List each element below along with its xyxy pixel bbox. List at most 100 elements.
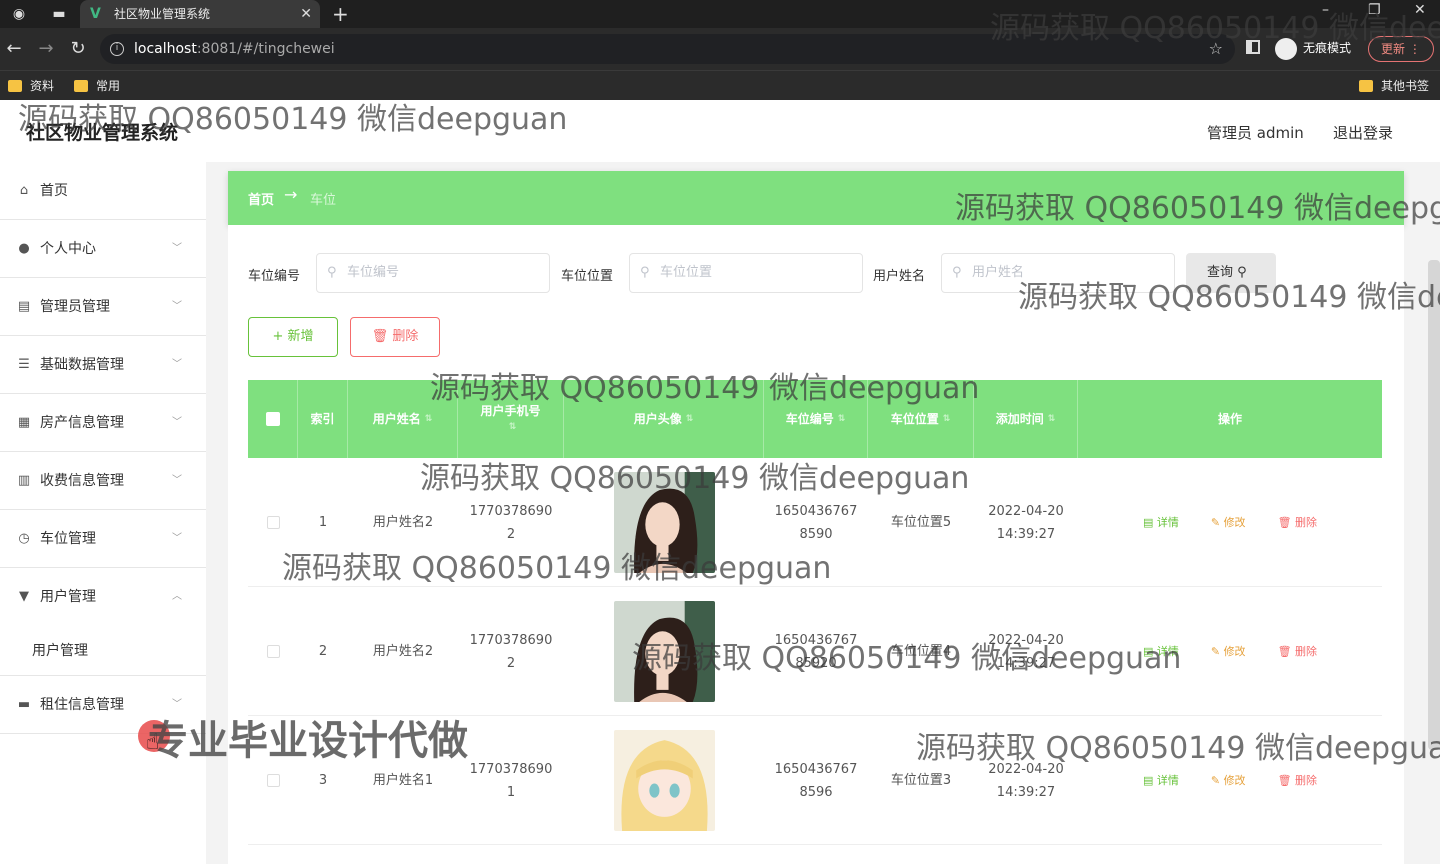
search-icon: ⚲: [1237, 265, 1247, 280]
bulk-delete-button[interactable]: 🗑 删除: [350, 317, 440, 357]
sidebar-item-basic-data[interactable]: ☰ 基础数据管理 ﹀: [0, 336, 206, 394]
sidebar-item-property[interactable]: ▦ 房产信息管理 ﹀: [0, 394, 206, 452]
close-window-icon[interactable]: ✕: [1414, 2, 1426, 18]
col-phone[interactable]: 用户手机号 ⇅: [458, 380, 564, 458]
monitor-icon: ▬: [17, 697, 31, 712]
edit-button[interactable]: ✎ 修改: [1211, 640, 1246, 663]
sort-icon[interactable]: ⇅: [425, 411, 433, 427]
minimize-icon[interactable]: –: [1322, 2, 1329, 18]
table-header: 索引 用户姓名 ⇅ 用户手机号 ⇅ 用户头像 ⇅ 车位编号 ⇅ 车位位置 ⇅ 添加时间 ⇅ …: [248, 380, 1382, 458]
delete-button[interactable]: 🗑 删除: [1278, 769, 1317, 792]
page-scrollbar[interactable]: [1428, 260, 1440, 750]
breadcrumb-home[interactable]: 首页: [248, 189, 274, 208]
edit-button[interactable]: ✎ 修改: [1211, 769, 1246, 792]
bulk-delete-label: 删除: [392, 329, 419, 344]
col-added[interactable]: 添加时间 ⇅: [974, 380, 1078, 458]
new-tab-icon[interactable]: +: [332, 2, 349, 26]
row-spot-no: 1650436767 8590: [764, 458, 868, 587]
hand-pointer-icon: ☝: [146, 730, 160, 755]
table-row: 3 用户姓名1 1770378690 1 1650436767 8596 车位位置3…: [248, 716, 1382, 845]
col-spot-no[interactable]: 车位编号 ⇅: [764, 380, 868, 458]
back-icon[interactable]: ←: [4, 38, 24, 59]
row-phone-part: 2: [506, 526, 516, 542]
spot-no-placeholder: 车位编号: [347, 265, 400, 280]
sidebar-item-admins[interactable]: ▤ 管理员管理 ﹀: [0, 278, 206, 336]
table-row: 1 用户姓名2 1770378690 2 1650436767 8590 车位位置5…: [248, 458, 1382, 587]
edit-button[interactable]: ✎ 修改: [1211, 511, 1246, 534]
sidebar-item-rentals[interactable]: ▬ 租住信息管理 ﹀: [0, 676, 206, 734]
user-avatar-image[interactable]: [613, 472, 715, 573]
detail-button[interactable]: ▤ 详情: [1143, 511, 1179, 534]
sort-icon[interactable]: ⇅: [943, 411, 951, 427]
bookmark-folder-1[interactable]: 资料: [8, 77, 54, 95]
row-spot-no-part: 1650436767: [774, 503, 858, 519]
row-spot-loc: 车位位置5: [890, 515, 952, 530]
row-name: 用户姓名2: [372, 515, 434, 530]
sidebar-item-users[interactable]: ▼ 用户管理 ︿: [0, 568, 206, 626]
sort-icon[interactable]: ⇅: [686, 411, 694, 427]
col-spot-loc[interactable]: 车位位置 ⇅: [868, 380, 974, 458]
sidebar-item-profile[interactable]: ● 个人中心 ﹀: [0, 220, 206, 278]
incognito-icon: [1275, 38, 1297, 60]
app-title: 社区物业管理系统: [26, 122, 179, 144]
row-avatar-cell: [564, 716, 764, 845]
folder-icon: [8, 80, 22, 92]
row-phone: 1770378690 2: [458, 458, 564, 587]
close-tab-icon[interactable]: ✕: [300, 0, 312, 28]
browser-tab[interactable]: V 社区物业管理系统 ✕: [80, 0, 320, 28]
trash-icon: 🗑: [371, 329, 389, 344]
row-spot-no-part: 8596: [799, 784, 833, 800]
user-avatar-image[interactable]: [613, 730, 715, 831]
reload-icon[interactable]: ↻: [68, 38, 88, 59]
row-index: 1: [318, 515, 328, 530]
spot-no-input[interactable]: ⚲ 车位编号: [316, 253, 550, 293]
address-bar-row: ← → ↻ i localhost:8081/#/tingchewei ☆ 无痕…: [0, 28, 1440, 70]
forward-icon[interactable]: →: [36, 38, 56, 59]
tab-search-icon[interactable]: ▬: [50, 5, 68, 23]
query-button[interactable]: 查询 ⚲: [1186, 253, 1276, 293]
detail-button[interactable]: ▤ 详情: [1143, 640, 1179, 663]
browser-menu-icon[interactable]: ◉: [10, 5, 28, 23]
admin-label: 管理员 admin: [1207, 124, 1304, 142]
row-checkbox[interactable]: [266, 516, 280, 529]
select-all-checkbox[interactable]: [265, 412, 280, 426]
query-label: 查询: [1207, 265, 1234, 280]
row-date: 2022-04-20: [988, 503, 1064, 519]
delete-button[interactable]: 🗑 删除: [1278, 511, 1317, 534]
row-spot-loc: 车位位置4: [890, 644, 952, 659]
table-row: 2 用户姓名2 1770378690 2 1650436767 85920 车位位置…: [248, 587, 1382, 716]
user-name-input[interactable]: ⚲ 用户姓名: [941, 253, 1175, 293]
row-time: 14:39:27: [996, 655, 1056, 671]
logout-link[interactable]: 退出登录: [1333, 122, 1393, 143]
sort-icon[interactable]: ⇅: [1048, 411, 1056, 427]
bookmark-folder-2[interactable]: 常用: [74, 77, 120, 95]
row-time: 14:39:27: [996, 784, 1056, 800]
info-icon[interactable]: i: [110, 42, 124, 56]
sidebar-item-parking[interactable]: ◷ 车位管理 ﹀: [0, 510, 206, 568]
spot-loc-input[interactable]: ⚲ 车位位置: [629, 253, 863, 293]
other-bookmarks[interactable]: 其他书签: [1359, 77, 1429, 95]
restore-icon[interactable]: ❐: [1368, 2, 1381, 18]
submenu-item-users[interactable]: 用户管理: [0, 626, 206, 676]
side-panel-icon[interactable]: [1246, 40, 1260, 54]
row-checkbox[interactable]: [266, 774, 280, 787]
col-name[interactable]: 用户姓名 ⇅: [348, 380, 458, 458]
detail-label: 详情: [1156, 774, 1179, 787]
sort-icon[interactable]: ⇅: [838, 411, 846, 427]
row-checkbox[interactable]: [266, 645, 280, 658]
col-spot-no-label: 车位编号: [785, 412, 834, 426]
url-field[interactable]: i localhost:8081/#/tingchewei ☆: [100, 34, 1235, 64]
sidebar-item-fees[interactable]: ▥ 收费信息管理 ﹀: [0, 452, 206, 510]
add-button[interactable]: + 新增: [248, 317, 338, 357]
user-avatar-image[interactable]: [613, 601, 715, 702]
sort-icon[interactable]: ⇅: [509, 419, 517, 435]
col-avatar[interactable]: 用户头像 ⇅: [564, 380, 764, 458]
detail-button[interactable]: ▤ 详情: [1143, 769, 1179, 792]
filter-label-spot-loc: 车位位置: [561, 269, 614, 284]
bookmarks-bar: 资料 常用 其他书签: [0, 70, 1440, 100]
incognito-indicator[interactable]: 无痕模式: [1275, 36, 1351, 60]
bookmark-star-icon[interactable]: ☆: [1209, 34, 1223, 64]
delete-button[interactable]: 🗑 删除: [1278, 640, 1317, 663]
update-button[interactable]: 更新 ⋮: [1368, 36, 1434, 62]
sidebar-item-home[interactable]: ⌂ 首页: [0, 162, 206, 220]
